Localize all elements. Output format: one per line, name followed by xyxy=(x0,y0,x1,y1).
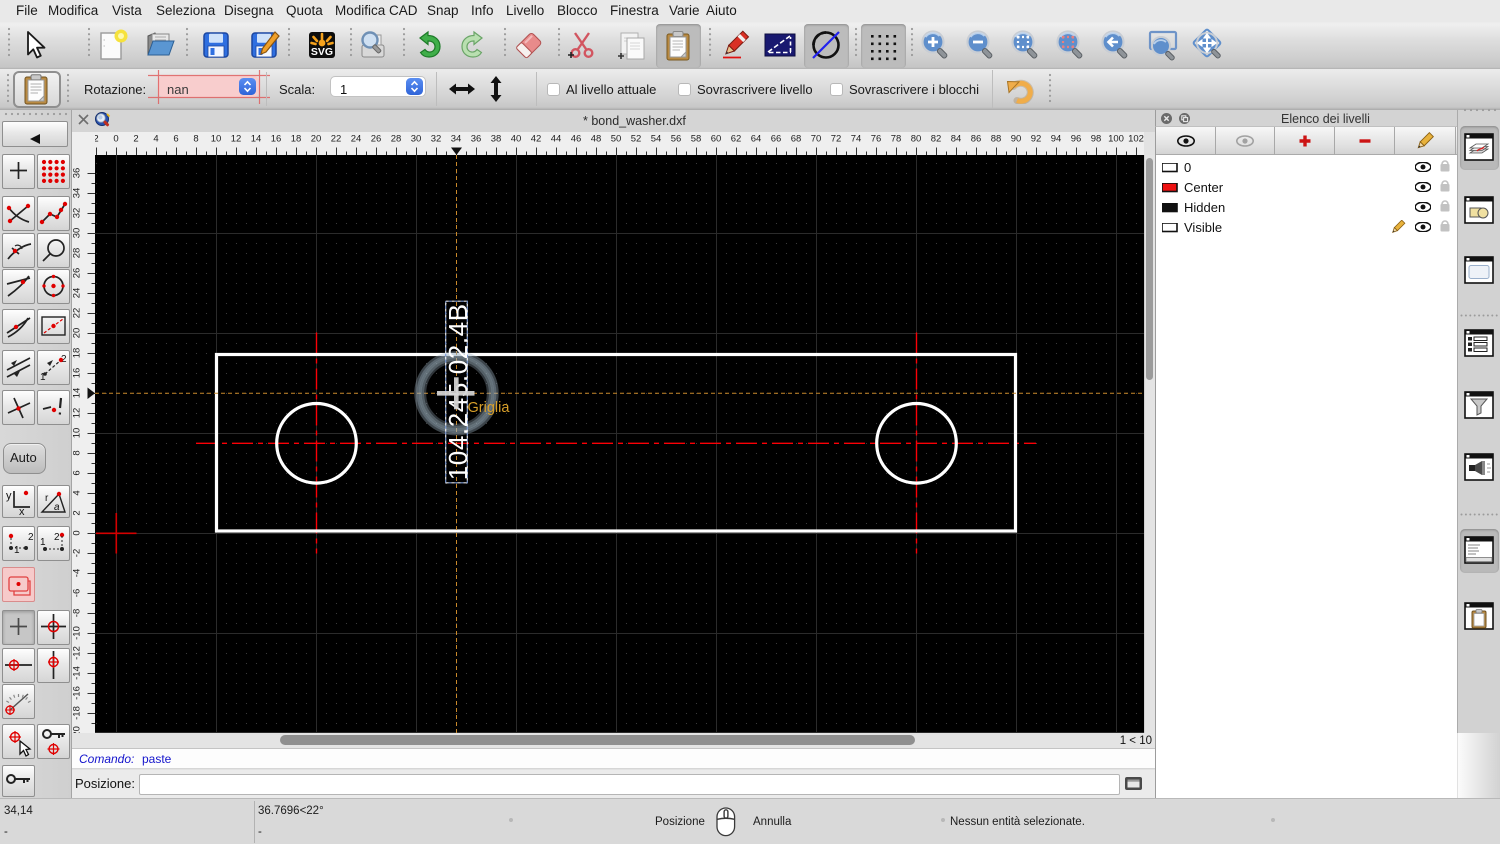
svg-text:18: 18 xyxy=(72,348,83,359)
svg-text:26: 26 xyxy=(371,134,382,145)
svg-text:-16: -16 xyxy=(72,686,83,700)
svg-text:30: 30 xyxy=(72,228,83,239)
svg-text:64: 64 xyxy=(751,134,762,145)
svg-text:8: 8 xyxy=(72,450,83,455)
svg-text:68: 68 xyxy=(791,134,802,145)
svg-text:6: 6 xyxy=(72,470,83,475)
svg-text:2: 2 xyxy=(95,134,99,145)
svg-text:8: 8 xyxy=(193,134,198,145)
svg-text:-12: -12 xyxy=(72,646,83,660)
svg-text:36: 36 xyxy=(72,168,83,179)
svg-text:a: a xyxy=(54,502,60,513)
svg-text:34: 34 xyxy=(72,188,83,199)
svg-text:4: 4 xyxy=(153,134,158,145)
svg-text:-8: -8 xyxy=(72,609,83,617)
svg-text:16: 16 xyxy=(271,134,282,145)
svg-text:102: 102 xyxy=(1128,134,1144,145)
svg-text:30: 30 xyxy=(411,134,422,145)
svg-text:r: r xyxy=(45,493,49,504)
svg-text:36: 36 xyxy=(471,134,482,145)
svg-text:72: 72 xyxy=(831,134,842,145)
svg-text:20: 20 xyxy=(311,134,322,145)
svg-text:42: 42 xyxy=(531,134,542,145)
svg-text:2: 2 xyxy=(28,532,34,543)
svg-text:62: 62 xyxy=(731,134,742,145)
svg-text:94: 94 xyxy=(1051,134,1062,145)
svg-text:56: 56 xyxy=(671,134,682,145)
svg-text:66: 66 xyxy=(771,134,782,145)
svg-text:44: 44 xyxy=(551,134,562,145)
svg-text:46: 46 xyxy=(571,134,582,145)
svg-text:-14: -14 xyxy=(72,666,83,680)
svg-text:1: 1 xyxy=(40,537,46,548)
svg-text:38: 38 xyxy=(491,134,502,145)
svg-text:26: 26 xyxy=(72,268,83,279)
svg-text:58: 58 xyxy=(691,134,702,145)
svg-text:40: 40 xyxy=(511,134,522,145)
svg-text:74: 74 xyxy=(851,134,862,145)
svg-text:32: 32 xyxy=(72,208,83,219)
svg-text:14: 14 xyxy=(251,134,262,145)
svg-text:6: 6 xyxy=(173,134,178,145)
svg-text:SVG: SVG xyxy=(311,46,333,58)
svg-text:12: 12 xyxy=(72,408,83,419)
svg-text:92: 92 xyxy=(1031,134,1042,145)
svg-text:y: y xyxy=(6,490,12,502)
svg-text:10: 10 xyxy=(211,134,222,145)
svg-text:78: 78 xyxy=(891,134,902,145)
svg-text:Griglia: Griglia xyxy=(468,400,511,416)
svg-text:80: 80 xyxy=(911,134,922,145)
svg-text:2: 2 xyxy=(54,532,60,543)
svg-text:2: 2 xyxy=(133,134,138,145)
svg-text:34: 34 xyxy=(451,134,462,145)
svg-text:96: 96 xyxy=(1071,134,1082,145)
svg-text:0: 0 xyxy=(113,134,118,145)
svg-text:24: 24 xyxy=(351,134,362,145)
svg-text:20: 20 xyxy=(72,328,83,339)
svg-text:52: 52 xyxy=(631,134,642,145)
svg-text:10: 10 xyxy=(72,428,83,439)
svg-text:-2: -2 xyxy=(72,549,83,557)
svg-text:70: 70 xyxy=(811,134,822,145)
svg-text:32: 32 xyxy=(431,134,442,145)
svg-text:14: 14 xyxy=(72,388,83,399)
svg-text:82: 82 xyxy=(931,134,942,145)
svg-text:22: 22 xyxy=(331,134,342,145)
svg-text:2: 2 xyxy=(72,510,83,515)
svg-text:60: 60 xyxy=(711,134,722,145)
svg-text:-4: -4 xyxy=(72,569,83,577)
svg-text:12: 12 xyxy=(231,134,242,145)
svg-text:18: 18 xyxy=(291,134,302,145)
svg-text:76: 76 xyxy=(871,134,882,145)
svg-text:86: 86 xyxy=(971,134,982,145)
svg-text:-20: -20 xyxy=(72,726,83,733)
svg-text:16: 16 xyxy=(72,368,83,379)
svg-text:22: 22 xyxy=(72,308,83,319)
svg-text:88: 88 xyxy=(991,134,1002,145)
svg-text:28: 28 xyxy=(391,134,402,145)
svg-text:0: 0 xyxy=(72,530,83,535)
svg-text:48: 48 xyxy=(591,134,602,145)
svg-text:98: 98 xyxy=(1091,134,1102,145)
svg-text:50: 50 xyxy=(611,134,622,145)
svg-text:28: 28 xyxy=(72,248,83,259)
svg-text:-18: -18 xyxy=(72,706,83,720)
svg-text:24: 24 xyxy=(72,288,83,299)
svg-text:54: 54 xyxy=(651,134,662,145)
svg-text:100: 100 xyxy=(1108,134,1124,145)
svg-text:84: 84 xyxy=(951,134,962,145)
svg-text:1: 1 xyxy=(14,545,20,556)
svg-text:-10: -10 xyxy=(72,626,83,640)
svg-text:90: 90 xyxy=(1011,134,1022,145)
svg-text:-6: -6 xyxy=(72,589,83,597)
svg-text:4: 4 xyxy=(72,490,83,495)
